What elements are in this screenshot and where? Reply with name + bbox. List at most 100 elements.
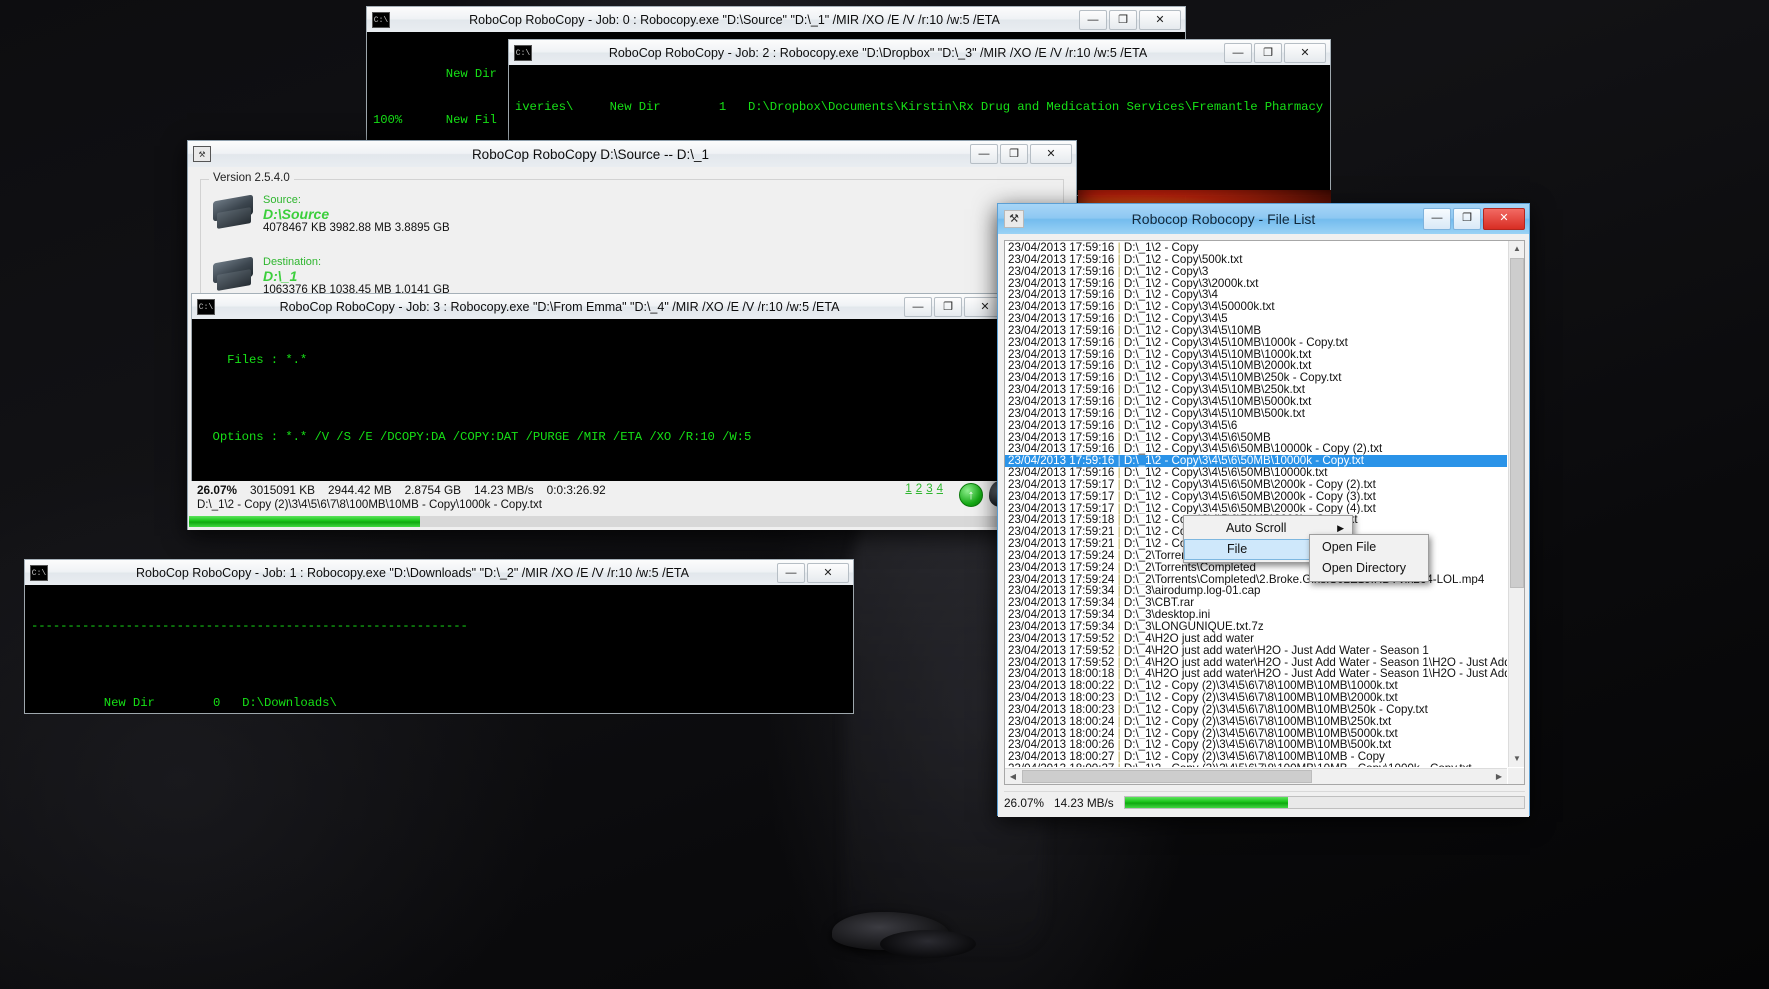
cmd-icon: C:\ (197, 298, 215, 315)
file-list-row[interactable]: 23/04/2013 17:59:16 | D:\_1\2 - Copy\3\4… (1005, 396, 1507, 408)
job0-maximize-button[interactable]: ❐ (1109, 9, 1137, 30)
file-list-row-path: D:\_1\2 - Copy (2)\3\4\5\6\7\8\100MB\10M… (1123, 703, 1428, 716)
file-list-row[interactable]: 23/04/2013 17:59:16 | D:\_1\2 - Copy\3\4… (1005, 420, 1507, 432)
job0-titlebar[interactable]: C:\ RoboCop RoboCopy - Job: 0 : Robocopy… (366, 6, 1186, 32)
page-links[interactable]: 1 2 3 4 (903, 483, 945, 495)
job0-minimize-button[interactable]: — (1079, 9, 1107, 30)
file-list-hscroll-thumb[interactable] (1022, 770, 1312, 783)
job2-titlebar[interactable]: C:\ RoboCop RoboCopy - Job: 2 : Robocopy… (508, 39, 1331, 65)
file-list-row[interactable]: 23/04/2013 17:59:16 | D:\_1\2 - Copy\3\2… (1005, 278, 1507, 290)
job0-window-controls[interactable]: — ❐ ✕ (1079, 9, 1181, 30)
chevron-right-icon[interactable]: ▶ (1491, 769, 1507, 784)
file-list-row[interactable]: 23/04/2013 17:59:16 | D:\_1\2 - Copy\3\4… (1005, 301, 1507, 313)
file-list-row[interactable]: 23/04/2013 18:00:18 | D:\_4\H2O just add… (1005, 668, 1507, 680)
submenu-item-open-file[interactable]: Open File (1310, 537, 1428, 558)
file-list-row[interactable]: 23/04/2013 18:00:23 | D:\_1\2 - Copy (2)… (1005, 692, 1507, 704)
file-list-minimize-button[interactable]: — (1423, 208, 1451, 230)
file-list-horizontal-scrollbar[interactable]: ◀ ▶ (1005, 768, 1507, 784)
file-list-row-timestamp: 23/04/2013 17:59:16 (1008, 289, 1118, 302)
file-list-row-path: D:\_1\2 - Copy (2)\3\4\5\6\7\8\100MB\10M… (1123, 739, 1392, 752)
file-list-row[interactable]: 23/04/2013 17:59:34 | D:\_3\airodump.log… (1005, 585, 1507, 597)
file-list-row-timestamp: 23/04/2013 17:59:16 (1008, 372, 1118, 385)
file-list-row[interactable]: 23/04/2013 17:59:17 | D:\_1\2 - Copy\3\4… (1005, 491, 1507, 503)
file-list-row[interactable]: 23/04/2013 17:59:16 | D:\_1\2 - Copy\3\4… (1005, 432, 1507, 444)
job1-window-controls[interactable]: — ✕ (777, 562, 849, 583)
main-minimize-button[interactable]: — (970, 144, 998, 164)
file-list-row[interactable]: 23/04/2013 17:59:16 | D:\_1\2 - Copy\500… (1005, 254, 1507, 266)
file-list-row[interactable]: 23/04/2013 17:59:17 | D:\_1\2 - Copy\3\4… (1005, 503, 1507, 515)
page-link-1[interactable]: 1 (905, 483, 911, 495)
job1-minimize-button[interactable]: — (777, 562, 805, 583)
file-list-row[interactable]: 23/04/2013 17:59:52 | D:\_4\H2O just add… (1005, 645, 1507, 657)
file-list-row[interactable]: 23/04/2013 17:59:16 | D:\_1\2 - Copy\3\4… (1005, 337, 1507, 349)
file-list-close-button[interactable]: ✕ (1483, 208, 1525, 230)
page-link-4[interactable]: 4 (937, 483, 943, 495)
submenu-item-open-directory[interactable]: Open Directory (1310, 558, 1428, 579)
file-list-rows[interactable]: 23/04/2013 17:59:16 | D:\_1\2 - Copy 23/0… (1005, 241, 1507, 767)
job3-minimize-button[interactable]: — (904, 296, 932, 317)
file-list-vertical-scrollbar[interactable]: ▲ ▼ (1508, 241, 1524, 767)
file-list-row[interactable]: 23/04/2013 17:59:52 | D:\_4\H2O just add… (1005, 633, 1507, 645)
file-list-row[interactable]: 23/04/2013 17:59:16 | D:\_1\2 - Copy\3 (1005, 266, 1507, 278)
page-link-3[interactable]: 3 (926, 483, 932, 495)
job2-close-button[interactable]: ✕ (1284, 42, 1326, 63)
main-maximize-button[interactable]: ❐ (1000, 144, 1028, 164)
chevron-left-icon[interactable]: ◀ (1005, 769, 1021, 784)
job3-window[interactable]: C:\ RoboCop RoboCopy - Job: 3 : Robocopy… (191, 293, 1011, 485)
main-titlebar[interactable]: ⚒ RoboCop RoboCopy D:\Source -- D:\_1 — … (188, 141, 1076, 167)
file-list-row[interactable]: 23/04/2013 18:00:24 | D:\_1\2 - Copy (2)… (1005, 716, 1507, 728)
file-list-row[interactable]: 23/04/2013 17:59:16 | D:\_1\2 - Copy\3\4… (1005, 408, 1507, 420)
file-list-row[interactable]: 23/04/2013 17:59:16 | D:\_1\2 - Copy\3\4… (1005, 384, 1507, 396)
file-list-maximize-button[interactable]: ❐ (1453, 208, 1481, 230)
job2-window-controls[interactable]: — ❐ ✕ (1224, 42, 1326, 63)
page-link-2[interactable]: 2 (916, 483, 922, 495)
job0-close-button[interactable]: ✕ (1139, 9, 1181, 30)
file-list-row[interactable]: 23/04/2013 18:00:27 | D:\_1\2 - Copy (2)… (1005, 763, 1507, 767)
file-list-row[interactable]: 23/04/2013 17:59:16 | D:\_1\2 - Copy (1005, 242, 1507, 254)
file-list-window[interactable]: ⚒ Robocop Robocopy - File List — ❐ ✕ 23/… (997, 203, 1530, 817)
chevron-up-icon[interactable]: ▲ (1509, 241, 1524, 257)
job1-titlebar[interactable]: C:\ RoboCop RoboCopy - Job: 1 : Robocopy… (24, 559, 854, 585)
context-submenu-file[interactable]: Open File Open Directory (1309, 534, 1429, 582)
file-list-row[interactable]: 23/04/2013 17:59:16 | D:\_1\2 - Copy\3\4… (1005, 349, 1507, 361)
file-list-row[interactable]: 23/04/2013 18:00:26 | D:\_1\2 - Copy (2)… (1005, 739, 1507, 751)
file-list-row[interactable]: 23/04/2013 17:59:16 | D:\_1\2 - Copy\3\4… (1005, 455, 1507, 468)
file-list-row-path: D:\_1\2 - Copy\3\4\5\10MB\5000k.txt (1123, 395, 1312, 408)
file-list-row[interactable]: 23/04/2013 18:00:24 | D:\_1\2 - Copy (2)… (1005, 728, 1507, 740)
job2-minimize-button[interactable]: — (1224, 42, 1252, 63)
main-close-button[interactable]: ✕ (1030, 144, 1072, 164)
file-list-row[interactable]: 23/04/2013 17:59:34 | D:\_3\CBT.rar (1005, 597, 1507, 609)
job2-maximize-button[interactable]: ❐ (1254, 42, 1282, 63)
file-list-row[interactable]: 23/04/2013 18:00:22 | D:\_1\2 - Copy (2)… (1005, 680, 1507, 692)
job1-close-button[interactable]: ✕ (807, 562, 849, 583)
file-list-row[interactable]: 23/04/2013 17:59:34 | D:\_3\desktop.ini (1005, 609, 1507, 621)
console-line: ----------------------------------------… (31, 618, 468, 633)
file-list-row[interactable]: 23/04/2013 17:59:16 | D:\_1\2 - Copy\3\4… (1005, 313, 1507, 325)
file-list-row[interactable]: 23/04/2013 17:59:16 | D:\_1\2 - Copy\3\4… (1005, 467, 1507, 479)
job1-window[interactable]: C:\ RoboCop RoboCopy - Job: 1 : Robocopy… (24, 559, 854, 714)
file-list-vscroll-thumb[interactable] (1510, 258, 1524, 588)
file-list-row[interactable]: 23/04/2013 17:59:16 | D:\_1\2 - Copy\3\4… (1005, 372, 1507, 384)
file-list-row-path: D:\_3\CBT.rar (1123, 597, 1195, 610)
job3-titlebar[interactable]: C:\ RoboCop RoboCopy - Job: 3 : Robocopy… (191, 293, 1011, 319)
file-list-row[interactable]: 23/04/2013 17:59:34 | D:\_3\LONGUNIQUE.t… (1005, 621, 1507, 633)
job3-window-controls[interactable]: — ❐ ✕ (904, 296, 1006, 317)
job3-maximize-button[interactable]: ❐ (934, 296, 962, 317)
file-list-row-timestamp: 23/04/2013 18:00:23 (1008, 703, 1118, 716)
file-list-window-controls[interactable]: — ❐ ✕ (1423, 208, 1525, 230)
file-list-row[interactable]: 23/04/2013 17:59:16 | D:\_1\2 - Copy\3\4… (1005, 360, 1507, 372)
file-list-row[interactable]: 23/04/2013 18:00:23 | D:\_1\2 - Copy (2)… (1005, 704, 1507, 716)
file-list-row[interactable]: 23/04/2013 18:00:27 | D:\_1\2 - Copy (2)… (1005, 751, 1507, 763)
file-list-row[interactable]: 23/04/2013 17:59:16 | D:\_1\2 - Copy\3\4… (1005, 443, 1507, 455)
file-list-row[interactable]: 23/04/2013 17:59:24 | D:\_2\Torrents\Com… (1005, 574, 1507, 586)
job3-console-output: Files : *.* Options : *.* /V /S /E /DCOP… (191, 319, 1011, 485)
file-list-row[interactable]: 23/04/2013 17:59:16 | D:\_1\2 - Copy\3\4… (1005, 325, 1507, 337)
main-window-controls[interactable]: — ❐ ✕ (970, 144, 1072, 164)
file-list-row[interactable]: 23/04/2013 17:59:24 | D:\_2\Torrents\Com… (1005, 562, 1507, 574)
file-list-row[interactable]: 23/04/2013 17:59:17 | D:\_1\2 - Copy\3\4… (1005, 479, 1507, 491)
chevron-down-icon[interactable]: ▼ (1509, 751, 1524, 767)
up-arrow-icon[interactable]: ↑ (959, 483, 983, 507)
file-list-row[interactable]: 23/04/2013 17:59:16 | D:\_1\2 - Copy\3\4 (1005, 289, 1507, 301)
file-list-titlebar[interactable]: ⚒ Robocop Robocopy - File List — ❐ ✕ (998, 204, 1529, 234)
file-list-row[interactable]: 23/04/2013 17:59:52 | D:\_4\H2O just add… (1005, 657, 1507, 669)
